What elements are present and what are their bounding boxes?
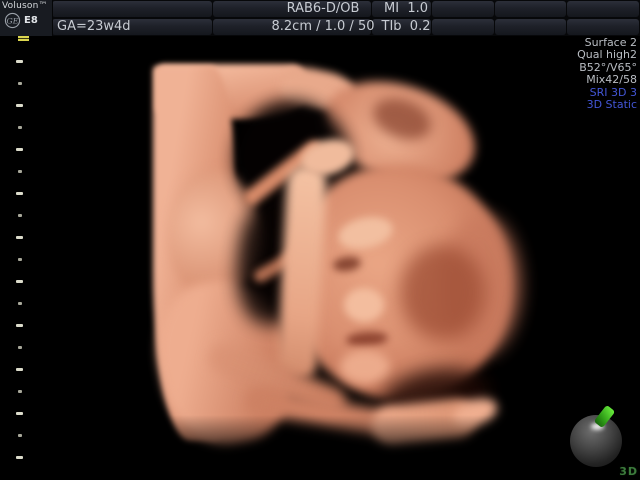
mode-indicator: 3D bbox=[619, 465, 638, 478]
param-line: Mix42/58 bbox=[577, 74, 637, 86]
render-shape-chin bbox=[340, 350, 390, 384]
render-shape-bottom-fade bbox=[150, 415, 550, 480]
render-shape-face-shadow bbox=[400, 245, 485, 340]
ultrasound-3d-render bbox=[0, 0, 640, 480]
param-line-mode: 3D Static bbox=[577, 99, 637, 111]
ultrasound-screen: Voluson™ GE E8 GA=23w4d RAB6-D/OB MI 1.0… bbox=[0, 0, 640, 480]
param-line: Qual high2 bbox=[577, 49, 637, 61]
render-shape-nose bbox=[344, 288, 384, 322]
render-parameter-list: Surface 2 Qual high2 B52°/V65° Mix42/58 … bbox=[577, 37, 637, 111]
